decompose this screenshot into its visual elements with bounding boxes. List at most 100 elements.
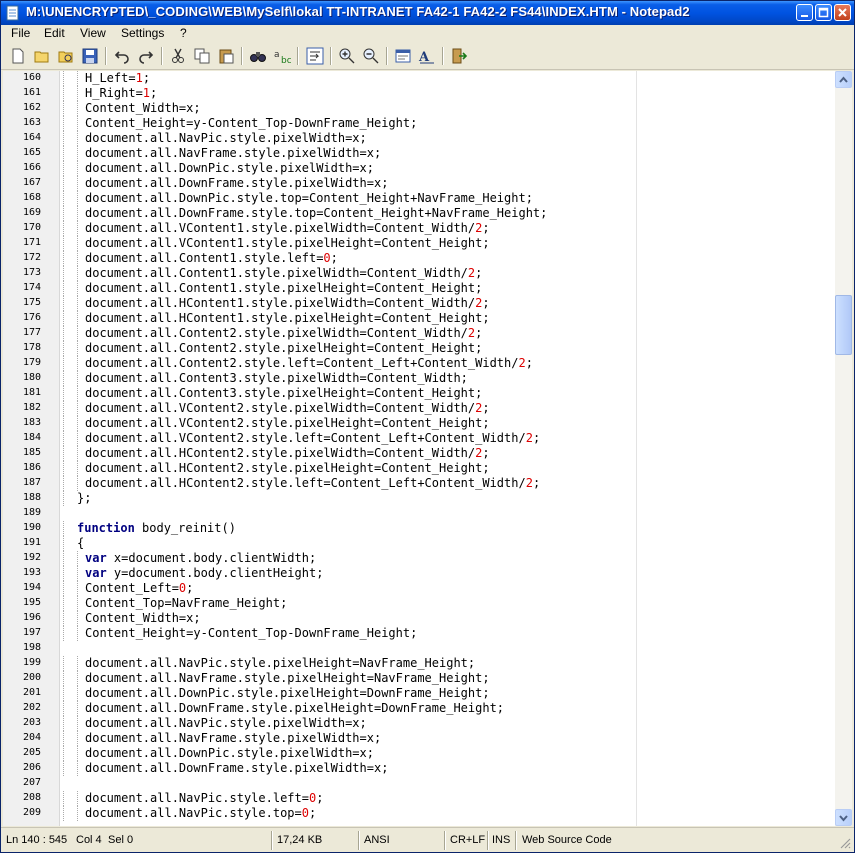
code-text: document.all.NavPic.style.pixelWidth=x; — [85, 131, 367, 145]
indent-guide — [77, 761, 78, 776]
menu-file[interactable]: File — [11, 26, 30, 40]
menu-edit[interactable]: Edit — [44, 26, 65, 40]
code-text: document.all.DownFrame.style.pixelHeight… — [85, 701, 505, 715]
line-number: 171 — [22, 237, 41, 248]
code-text: function body_reinit() — [77, 521, 236, 535]
line-number: 183 — [22, 417, 41, 428]
maximize-button[interactable] — [815, 4, 832, 21]
indent-guide — [77, 101, 78, 116]
indent-guide — [77, 146, 78, 161]
redo-icon[interactable] — [137, 47, 155, 65]
status-scheme[interactable]: Web Source Code — [522, 834, 612, 846]
close-button[interactable] — [834, 4, 851, 21]
code-text: document.all.DownPic.style.top=Content_H… — [85, 191, 533, 205]
line-number: 201 — [22, 687, 41, 698]
find-icon[interactable] — [249, 47, 267, 65]
code-line: 196 Content_Width=x; — [3, 611, 835, 626]
line-number: 184 — [22, 432, 41, 443]
code-text: document.all.Content1.style.left=0; — [85, 251, 338, 265]
line-number: 192 — [22, 552, 41, 563]
status-insert-mode[interactable]: INS — [492, 834, 510, 846]
paste-icon[interactable] — [217, 47, 235, 65]
code-text: document.all.NavPic.style.top=0; — [85, 806, 317, 820]
code-line: 165 document.all.NavFrame.style.pixelWidt… — [3, 146, 835, 161]
indent-guide — [63, 221, 64, 236]
browse-icon[interactable] — [57, 47, 75, 65]
line-number: 175 — [22, 297, 41, 308]
indent-guide — [63, 71, 64, 86]
indent-guide — [77, 731, 78, 746]
code-line: 191 { — [3, 536, 835, 551]
line-number: 185 — [22, 447, 41, 458]
code-line: 180 document.all.Content3.style.pixelWidt… — [3, 371, 835, 386]
status-separator — [444, 831, 446, 850]
status-column: Col 4 — [76, 834, 102, 846]
code-text: document.all.HContent2.style.left=Conten… — [85, 476, 541, 490]
code-line: 197 Content_Height=y-Content_Top-DownFram… — [3, 626, 835, 641]
zoom-in-icon[interactable] — [338, 47, 356, 65]
menu-view[interactable]: View — [80, 26, 106, 40]
toolbar-separator — [386, 47, 388, 65]
scroll-down-button[interactable] — [835, 809, 852, 826]
indent-guide — [63, 806, 64, 821]
copy-icon[interactable] — [193, 47, 211, 65]
line-number: 199 — [22, 657, 41, 668]
undo-icon[interactable] — [113, 47, 131, 65]
line-number: 197 — [22, 627, 41, 638]
open-file-icon[interactable] — [33, 47, 51, 65]
indent-guide — [77, 191, 78, 206]
code-text: Content_Width=x; — [85, 101, 201, 115]
code-line: 201 document.all.DownPic.style.pixelHeigh… — [3, 686, 835, 701]
code-editor[interactable]: 160 H_Left=1; 161 H_Right=1; 162 Content_Widt… — [3, 71, 835, 826]
menu-settings[interactable]: Settings — [121, 26, 164, 40]
new-file-icon[interactable] — [9, 47, 27, 65]
menu-help[interactable]: ? — [180, 26, 187, 40]
font-icon[interactable]: A — [418, 47, 436, 65]
status-line-ending[interactable]: CR+LF — [450, 834, 485, 846]
code-text: document.all.Content3.style.pixelHeight=… — [85, 386, 483, 400]
resize-grip-icon[interactable] — [839, 837, 851, 849]
scroll-up-button[interactable] — [835, 71, 852, 88]
status-encoding[interactable]: ANSI — [364, 834, 390, 846]
title-bar[interactable]: M:\UNENCRYPTED\_CODING\WEB\MySelf\lokal … — [1, 1, 854, 25]
notepad2-app-icon[interactable] — [6, 5, 20, 21]
indent-guide — [77, 326, 78, 341]
code-text: document.all.DownFrame.style.top=Content… — [85, 206, 548, 220]
code-text: document.all.VContent2.style.pixelWidth=… — [85, 401, 490, 415]
code-line: 181 document.all.Content3.style.pixelHeig… — [3, 386, 835, 401]
indent-guide — [77, 806, 78, 821]
indent-guide — [63, 281, 64, 296]
indent-guide — [77, 251, 78, 266]
indent-guide — [63, 161, 64, 176]
indent-guide — [63, 731, 64, 746]
code-text: document.all.DownFrame.style.pixelWidth=… — [85, 176, 389, 190]
scheme-icon[interactable] — [394, 47, 412, 65]
save-icon[interactable] — [81, 47, 99, 65]
indent-guide — [63, 491, 64, 506]
code-line: 167 document.all.DownFrame.style.pixelWid… — [3, 176, 835, 191]
exit-icon[interactable] — [450, 47, 468, 65]
code-line: 200 document.all.NavFrame.style.pixelHeig… — [3, 671, 835, 686]
line-number: 172 — [22, 252, 41, 263]
code-line: 185 document.all.HContent2.style.pixelWid… — [3, 446, 835, 461]
minimize-button[interactable] — [796, 4, 813, 21]
zoom-out-icon[interactable] — [362, 47, 380, 65]
vertical-scrollbar[interactable] — [835, 71, 852, 826]
code-text: H_Left=1; — [85, 71, 151, 85]
status-selection: Sel 0 — [108, 834, 134, 846]
code-line: 194 Content_Left=0; — [3, 581, 835, 596]
line-number: 195 — [22, 597, 41, 608]
code-line: 161 H_Right=1; — [3, 86, 835, 101]
indent-guide — [63, 341, 64, 356]
indent-guide — [77, 266, 78, 281]
scrollbar-thumb[interactable] — [835, 295, 852, 355]
line-number: 181 — [22, 387, 41, 398]
indent-guide — [77, 206, 78, 221]
code-text: document.all.Content2.style.pixelWidth=C… — [85, 326, 483, 340]
word-wrap-icon[interactable] — [306, 47, 324, 65]
indent-guide — [77, 596, 78, 611]
indent-guide — [77, 401, 78, 416]
cut-icon[interactable] — [169, 47, 187, 65]
replace-icon[interactable]: abc — [273, 47, 291, 65]
indent-guide — [63, 176, 64, 191]
